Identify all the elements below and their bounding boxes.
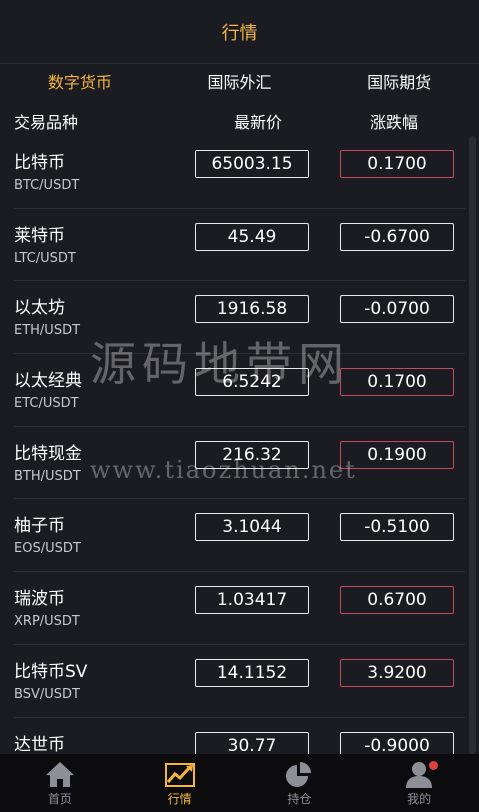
app-header: 行情 [0,0,479,64]
tabbar-mine-label: 我的 [407,792,432,806]
coin-pair: LTC/USDT [14,250,76,266]
quote-list[interactable]: 比特币 BTC/USDT 65003.15 0.1700 莱特币 LTC/USDT 45.4… [0,136,479,754]
bottom-tabbar: 首页 行情 持仓 我的 [0,754,479,812]
quote-row[interactable]: 达世币 30.77 -0.9000 [14,718,465,755]
quote-row[interactable]: 比特币 BTC/USDT 65003.15 0.1700 [14,136,465,209]
coin-pair: EOS/USDT [14,541,81,557]
quote-row[interactable]: 以太坊 ETH/USDT 1916.58 -0.0700 [14,281,465,355]
market-tabs: 数字货币 国际外汇 国际期货 [0,64,479,102]
price-change: -0.9000 [340,731,454,754]
tabbar-position[interactable]: 持仓 [240,754,360,812]
coin-name: 莱特币 [14,225,65,246]
coin-pair: ETC/USDT [14,396,79,412]
price-change: -0.6700 [340,222,454,251]
home-icon [45,762,74,787]
latest-price: 45.49 [195,222,309,251]
quote-row[interactable]: 柚子币 EOS/USDT 3.1044 -0.5100 [14,499,465,573]
latest-price: 14.1152 [195,658,309,687]
coin-name: 比特现金 [14,443,82,464]
quote-row[interactable]: 瑞波币 XRP/USDT 1.03417 0.6700 [14,572,465,645]
price-change: 0.1700 [340,150,454,178]
quote-row[interactable]: 以太经典 ETC/USDT 6.5242 0.1700 [14,354,465,427]
tabbar-position-label: 持仓 [287,792,312,806]
latest-price: 1916.58 [195,295,309,324]
tabbar-home[interactable]: 首页 [0,754,120,812]
price-change: 3.9200 [340,658,454,687]
tab-forex[interactable]: 国际外汇 [160,64,320,102]
tabbar-mine[interactable]: 我的 [359,754,479,812]
coin-pair: BTH/USDT [14,468,81,484]
notification-badge [429,761,439,770]
coin-pair: XRP/USDT [14,614,80,630]
coin-name: 比特币 [14,153,65,173]
latest-price: 6.5242 [195,368,309,397]
price-change: 0.1900 [340,440,454,469]
tab-crypto[interactable]: 数字货币 [0,64,160,102]
quote-row[interactable]: 比特币SV BSV/USDT 14.1152 3.9200 [14,645,465,718]
coin-name: 比特币SV [14,661,88,682]
latest-price: 30.77 [195,731,309,754]
coin-name: 柚子币 [14,516,65,537]
coin-name: 以太坊 [14,298,65,319]
tabbar-market-label: 行情 [167,792,192,806]
column-header: 交易品种 最新价 涨跌幅 [0,102,479,136]
latest-price: 3.1044 [195,513,309,542]
tabbar-market[interactable]: 行情 [120,754,240,812]
coin-name: 达世币 [14,734,65,755]
quote-row[interactable]: 比特现金 BTH/USDT 216.32 0.1900 [14,427,465,500]
page-title: 行情 [221,22,258,44]
chart-icon [164,763,195,787]
coin-pair: BSV/USDT [14,686,80,702]
coin-pair: ETH/USDT [14,323,81,339]
tabbar-home-label: 首页 [47,792,72,806]
column-symbol: 交易品种 [14,113,79,132]
price-change: 0.1700 [340,368,454,397]
pie-icon [286,762,312,787]
column-change: 涨跌幅 [370,113,419,132]
scrollbar[interactable] [469,136,476,754]
price-change: 0.6700 [340,586,454,615]
quote-row[interactable]: 莱特币 LTC/USDT 45.49 -0.6700 [14,209,465,282]
price-change: -0.5100 [340,513,454,542]
coin-name: 瑞波币 [14,589,65,610]
tab-futures[interactable]: 国际期货 [319,64,479,102]
latest-price: 1.03417 [195,586,309,615]
latest-price: 65003.15 [195,150,309,178]
column-price: 最新价 [234,113,283,132]
coin-name: 以太经典 [14,371,82,392]
coin-pair: BTC/USDT [14,178,80,193]
price-change: -0.0700 [340,295,454,324]
latest-price: 216.32 [195,440,309,469]
